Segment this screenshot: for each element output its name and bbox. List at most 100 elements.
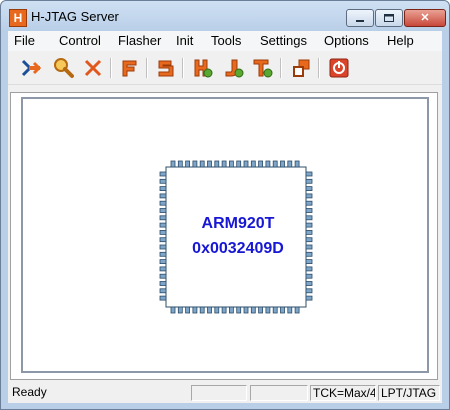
chip-pin <box>185 160 191 168</box>
window-title: H-JTAG Server <box>31 9 119 24</box>
chip-pin <box>159 251 167 257</box>
menu-options[interactable]: Options <box>324 33 369 48</box>
power-button[interactable] <box>328 57 350 79</box>
chip-pin <box>294 306 300 314</box>
chip-pin <box>236 160 242 168</box>
status-pane-3 <box>250 385 308 401</box>
chip-pin <box>159 266 167 272</box>
menu-file[interactable]: File <box>14 33 35 48</box>
chip-pin <box>159 178 167 184</box>
chip-pin <box>159 230 167 235</box>
chip-pin <box>243 306 249 314</box>
chip-pin <box>236 306 242 314</box>
app-icon[interactable]: H <box>9 9 27 27</box>
chip-pin <box>177 306 183 314</box>
chip-pin <box>280 160 285 168</box>
chip-pin <box>258 160 263 168</box>
menu-tools[interactable]: Tools <box>211 33 241 48</box>
chip-pin <box>305 288 313 294</box>
window-button[interactable] <box>290 57 312 79</box>
menu-control[interactable]: Control <box>59 33 101 48</box>
chip-pin <box>229 160 234 168</box>
menu-init[interactable]: Init <box>176 33 193 48</box>
window-icon <box>293 59 310 77</box>
menu-help[interactable]: Help <box>387 33 414 48</box>
chip-pin <box>159 295 167 301</box>
search-icon <box>54 58 74 78</box>
chip-pin <box>214 306 220 314</box>
status-message: Ready <box>12 385 47 399</box>
menu-flasher[interactable]: Flasher <box>118 33 161 48</box>
chip-pin <box>170 160 176 168</box>
chip-pin <box>250 306 256 314</box>
close-button[interactable]: ✕ <box>404 9 446 27</box>
status-interface: LPT/JTAG <box>378 385 440 401</box>
toolbar <box>8 52 442 85</box>
close-target-button[interactable] <box>82 57 104 79</box>
status-tck: TCK=Max/4 <box>310 385 376 401</box>
target-view: ARM920T 0x0032409D <box>10 92 438 380</box>
h-tool-button[interactable] <box>192 57 214 79</box>
chip-pin <box>221 160 227 168</box>
t-tool-button[interactable] <box>252 57 274 79</box>
minimize-icon <box>356 20 364 22</box>
chip-pin <box>287 160 293 168</box>
target-id: 0x0032409D <box>192 240 284 257</box>
chip-pin <box>192 306 198 314</box>
chip-pin <box>159 171 167 177</box>
chip-pin <box>305 266 313 272</box>
chip-pin <box>258 306 263 314</box>
chip-pin <box>280 306 285 314</box>
chip-pin <box>229 306 234 314</box>
chip-pin <box>159 200 167 206</box>
chip-pin <box>207 306 212 314</box>
menu-bar: File Control Flasher Init Tools Settings… <box>8 31 442 51</box>
flasher-button[interactable] <box>118 57 140 79</box>
chip-pin <box>199 160 205 168</box>
chip-pin <box>250 160 256 168</box>
script-button[interactable] <box>154 57 176 79</box>
chip-pin <box>265 160 271 168</box>
chip-pin <box>159 259 167 264</box>
chip-pin <box>221 306 227 314</box>
chip-pin <box>305 178 313 184</box>
script-icon <box>158 60 174 77</box>
j-tool-button[interactable] <box>222 57 244 79</box>
chip-pin <box>305 295 313 301</box>
chip-pin <box>159 273 167 279</box>
chip-pin <box>294 160 300 168</box>
toolbar-separator <box>182 58 184 78</box>
maximize-icon <box>384 14 394 22</box>
chip-pin <box>159 288 167 294</box>
title-bar[interactable]: H H-JTAG Server ✕ <box>1 1 449 31</box>
power-icon <box>329 58 349 78</box>
toolbar-separator <box>146 58 148 78</box>
chip-pin <box>199 306 205 314</box>
chip-pin <box>159 222 167 228</box>
chip-pin <box>170 306 176 314</box>
chip-pin <box>192 160 198 168</box>
chip-pin <box>243 160 249 168</box>
chip-pin <box>214 160 220 168</box>
flasher-icon <box>122 60 137 77</box>
chip-pin <box>305 281 313 286</box>
chip-pin <box>305 273 313 279</box>
chip-pin <box>159 193 167 199</box>
maximize-button[interactable] <box>375 9 403 27</box>
chip-pin <box>272 306 278 314</box>
chip-pin <box>159 244 167 250</box>
status-pane-2 <box>191 385 247 401</box>
chip-pin <box>265 306 271 314</box>
chip-pin <box>207 160 212 168</box>
detect-target-button[interactable] <box>20 57 42 79</box>
chip-pin <box>185 306 191 314</box>
chip-pin <box>159 208 167 213</box>
search-button[interactable] <box>52 57 74 79</box>
menu-settings[interactable]: Settings <box>260 33 307 48</box>
chip-pin <box>305 186 313 192</box>
minimize-button[interactable] <box>346 9 374 27</box>
client-area: File Control Flasher Init Tools Settings… <box>8 31 442 403</box>
chip-pin <box>272 160 278 168</box>
j-tool-icon <box>225 59 244 78</box>
toolbar-separator <box>318 58 320 78</box>
